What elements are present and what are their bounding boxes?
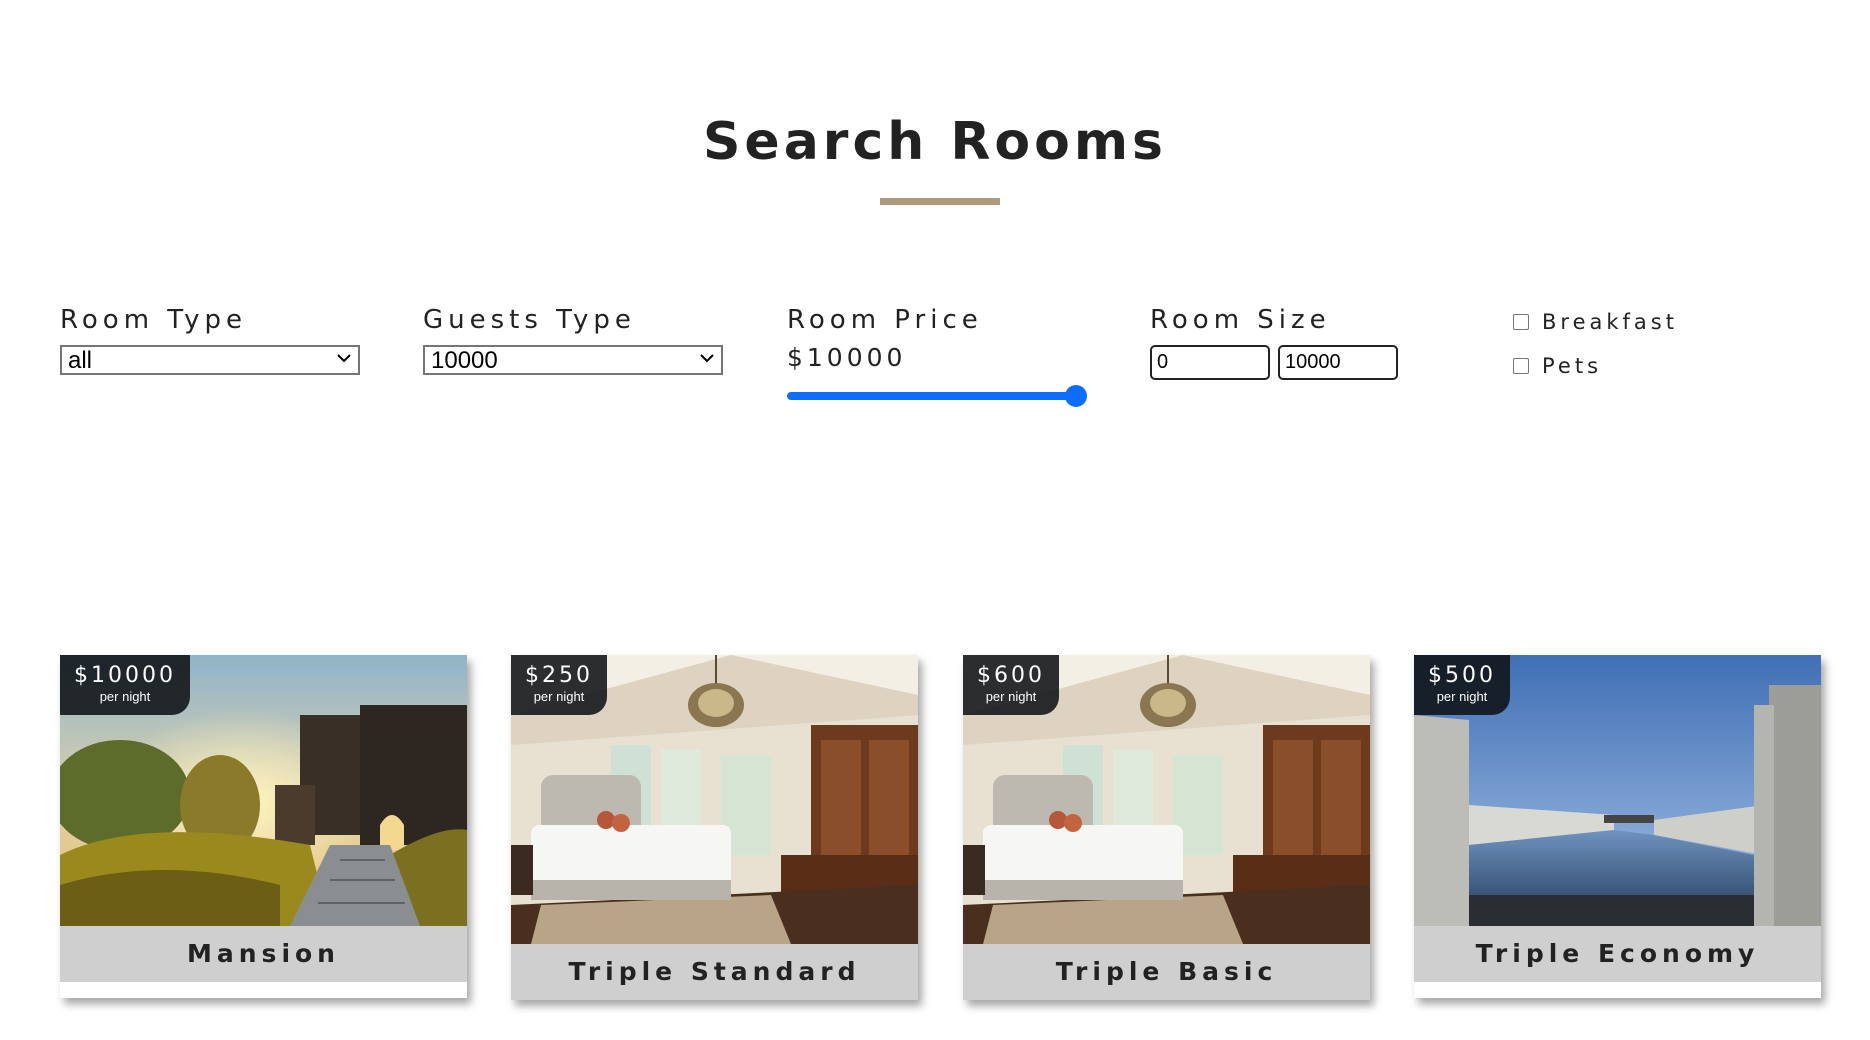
room-image[interactable]: $250 per night <box>511 655 918 944</box>
room-card-triple-basic[interactable]: $600 per night Triple Basic <box>963 655 1370 1000</box>
title-underline <box>880 198 1000 205</box>
price-tag: $600 per night <box>963 655 1059 715</box>
per-night-label: per night <box>985 689 1037 704</box>
slider-track <box>787 392 1076 400</box>
room-card-mansion[interactable]: $10000 per night Mansion <box>60 655 467 998</box>
room-type-filter: Room Type all <box>60 305 360 375</box>
pets-checkbox[interactable] <box>1513 358 1529 374</box>
room-size-max-input[interactable]: 10000 <box>1278 345 1398 380</box>
chevron-down-icon <box>337 354 351 363</box>
room-size-inputs: 0 10000 <box>1150 345 1398 380</box>
pets-label: Pets <box>1542 354 1603 378</box>
price-tag: $500 per night <box>1414 655 1510 715</box>
room-name[interactable]: Triple Standard <box>511 944 918 1000</box>
room-size-min-input[interactable]: 0 <box>1150 345 1270 380</box>
slider-thumb[interactable] <box>1065 385 1087 407</box>
room-type-select[interactable]: all <box>60 345 360 375</box>
room-card-triple-standard[interactable]: $250 per night Triple Standard <box>511 655 918 1000</box>
card-footer <box>60 982 467 998</box>
price-amount: $500 <box>1428 663 1496 688</box>
extras-checkboxes: Breakfast Pets <box>1513 307 1678 395</box>
price-amount: $600 <box>977 663 1045 688</box>
guests-type-selected-value: 10000 <box>431 347 498 374</box>
guests-type-select[interactable]: 10000 <box>423 345 723 375</box>
card-footer <box>1414 982 1821 998</box>
room-price-filter: Room Price $10000 <box>787 305 1087 408</box>
guests-type-filter: Guests Type 10000 <box>423 305 723 375</box>
room-name[interactable]: Mansion <box>60 926 467 982</box>
room-price-label: Room Price <box>787 305 983 335</box>
price-tag: $10000 per night <box>60 655 190 715</box>
room-image[interactable]: $10000 per night <box>60 655 467 926</box>
chevron-down-icon <box>700 354 714 363</box>
room-size-label: Room Size <box>1150 305 1331 335</box>
price-tag: $250 per night <box>511 655 607 715</box>
room-type-label: Room Type <box>60 305 248 335</box>
pets-option[interactable]: Pets <box>1513 351 1678 381</box>
room-name[interactable]: Triple Economy <box>1414 926 1821 982</box>
guests-type-label: Guests Type <box>423 305 636 335</box>
room-image[interactable]: $500 per night <box>1414 655 1821 926</box>
room-price-value: $10000 <box>787 343 907 372</box>
breakfast-checkbox[interactable] <box>1513 314 1529 330</box>
breakfast-option[interactable]: Breakfast <box>1513 307 1678 337</box>
room-name[interactable]: Triple Basic <box>963 944 1370 1000</box>
price-amount: $10000 <box>74 663 176 688</box>
search-rooms-page: Search Rooms Room Type all Guests Type 1… <box>0 0 1870 1040</box>
room-size-filter: Room Size 0 10000 <box>1150 305 1398 380</box>
price-amount: $250 <box>525 663 593 688</box>
per-night-label: per night <box>1436 689 1488 704</box>
per-night-label: per night <box>533 689 585 704</box>
per-night-label: per night <box>99 689 151 704</box>
room-image[interactable]: $600 per night <box>963 655 1370 944</box>
room-type-selected-value: all <box>68 347 93 374</box>
room-card-triple-economy[interactable]: $500 per night Triple Economy <box>1414 655 1821 998</box>
page-title: Search Rooms <box>702 112 1168 172</box>
breakfast-label: Breakfast <box>1542 310 1678 334</box>
room-price-slider[interactable] <box>787 382 1087 408</box>
